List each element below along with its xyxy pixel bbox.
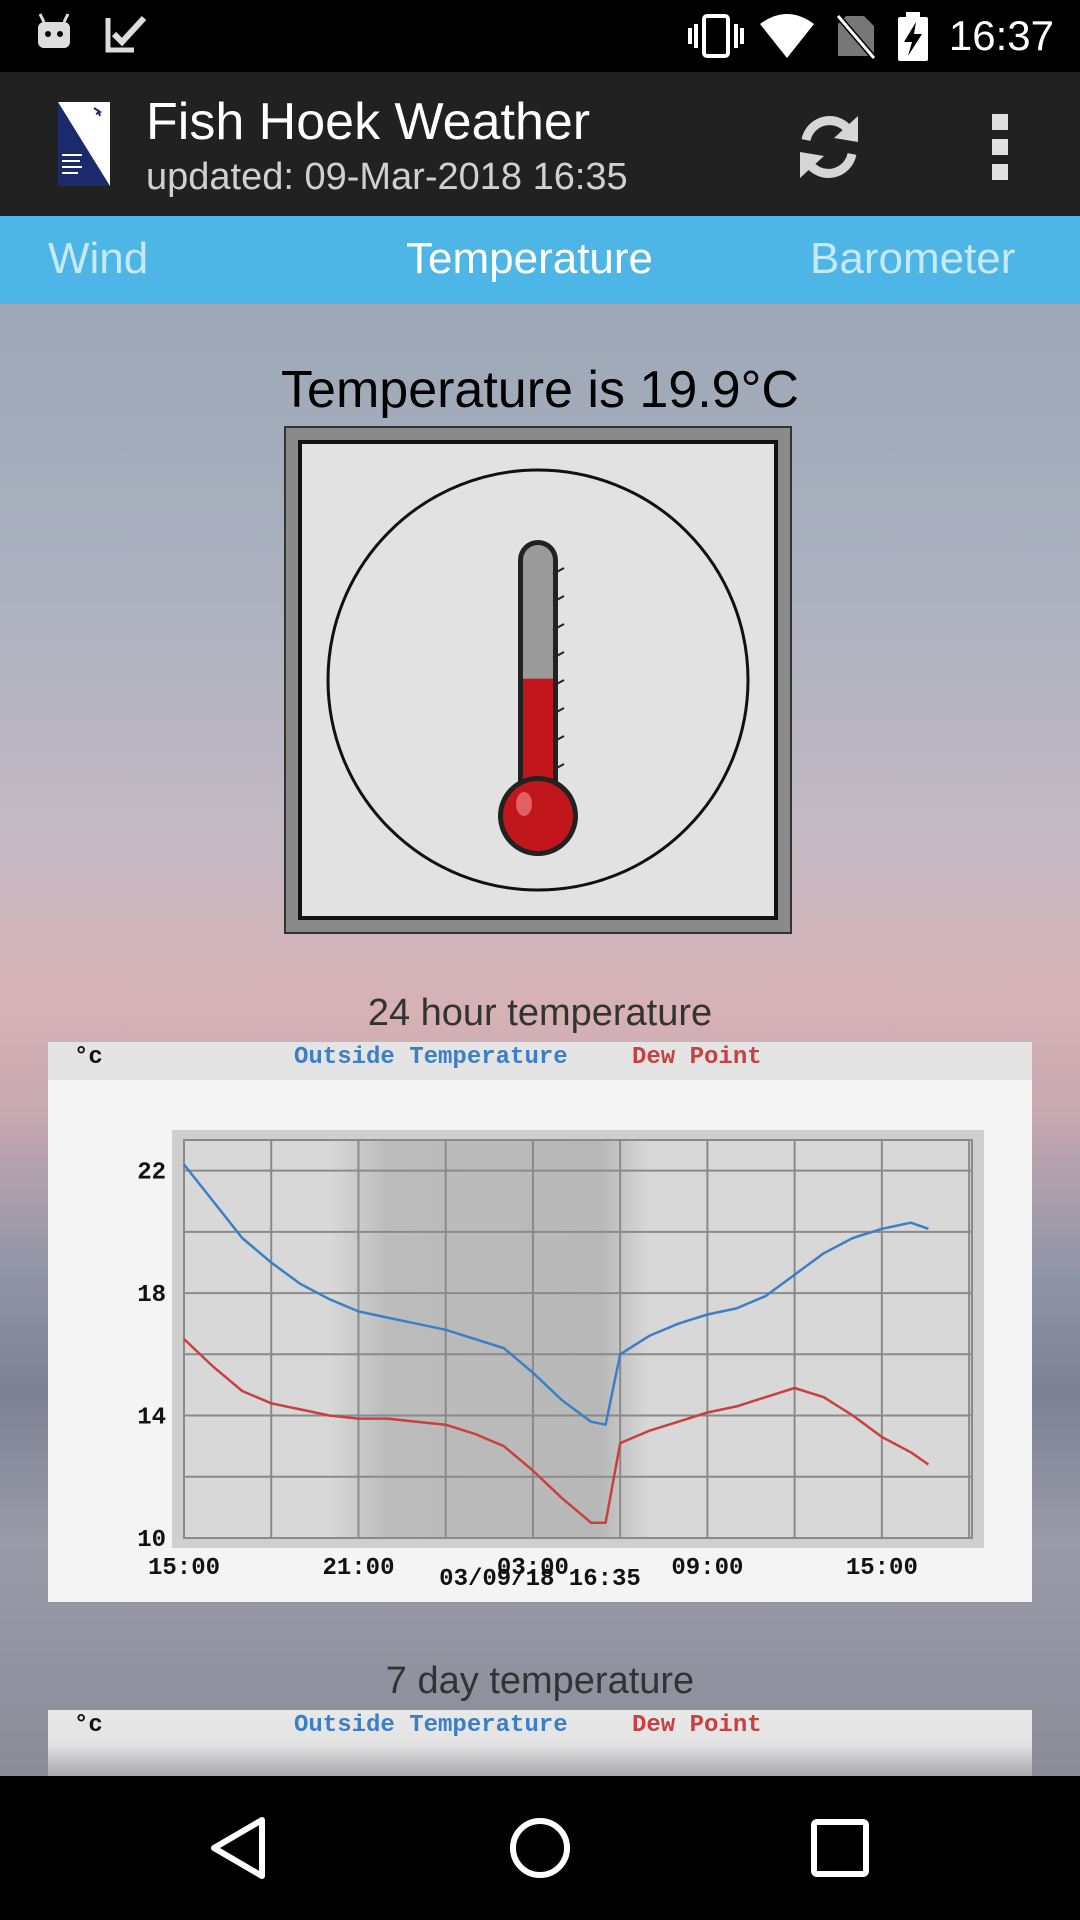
thermometer-panel (284, 426, 792, 934)
battery-charging-icon (898, 12, 928, 61)
android-icon (38, 13, 70, 48)
refresh-icon[interactable] (788, 106, 870, 188)
chart-24h-caption: 24 hour temperature (367, 992, 713, 1034)
app-subtitle: updated: 09-Mar-2018 16:35 (146, 156, 628, 198)
tab-bar: Wind Temperature Barometer (0, 216, 1080, 304)
navigation-bar (0, 1776, 1080, 1920)
chart-24h: °c Outside Temperature Dew Point 22 18 14 1… (48, 1042, 1032, 1602)
y-tick-label: 14 (137, 1405, 166, 1432)
recents-icon[interactable] (804, 1812, 876, 1884)
status-bar: 16:37 (0, 0, 1080, 72)
status-clock: 16:37 (948, 12, 1054, 59)
legend-outside-temperature: Outside Temperature (294, 1044, 568, 1071)
chart-7d: °c Outside Temperature Dew Point (48, 1710, 1032, 1776)
chart-24h-footer: 03/09/18 16:35 (439, 1566, 641, 1593)
tab-wind[interactable]: Wind (48, 234, 148, 284)
more-vert-icon[interactable] (970, 106, 1030, 188)
checkmark-icon (105, 15, 147, 53)
legend-7d-dew-point: Dew Point (632, 1712, 762, 1739)
chart-7d-unit: °c (74, 1712, 103, 1739)
back-icon[interactable] (204, 1812, 276, 1884)
chart-24h-header: °c Outside Temperature Dew Point (48, 1042, 1032, 1080)
y-tick-label: 10 (137, 1527, 166, 1554)
chart-24h-plot: 2218141015:00 21:00 03:00 09:00 15:00 (137, 1130, 984, 1582)
chart-7d-caption: 7 day temperature (385, 1660, 695, 1702)
app-logo (58, 102, 110, 186)
content-area: Temperature is 19.9°C 24 hour temperatur… (0, 304, 1080, 1776)
thermometer-icon (326, 468, 750, 892)
app-title: Fish Hoek Weather (146, 93, 591, 151)
vibrate-icon (688, 14, 744, 58)
home-icon[interactable] (504, 1812, 576, 1884)
legend-dew-point: Dew Point (632, 1044, 762, 1071)
wifi-icon (760, 14, 814, 58)
tab-barometer[interactable]: Barometer (810, 234, 1015, 284)
night-shading (329, 1140, 650, 1538)
y-tick-label: 22 (137, 1160, 166, 1187)
chart-24h-unit: °c (74, 1044, 103, 1071)
tab-temperature[interactable]: Temperature (406, 234, 653, 284)
y-tick-label: 18 (137, 1282, 166, 1309)
no-sim-icon (836, 14, 876, 60)
app-bar: Fish Hoek Weather updated: 09-Mar-2018 1… (0, 72, 1080, 216)
temperature-heading: Temperature is 19.9°C (281, 361, 799, 419)
legend-7d-outside-temperature: Outside Temperature (294, 1712, 568, 1739)
